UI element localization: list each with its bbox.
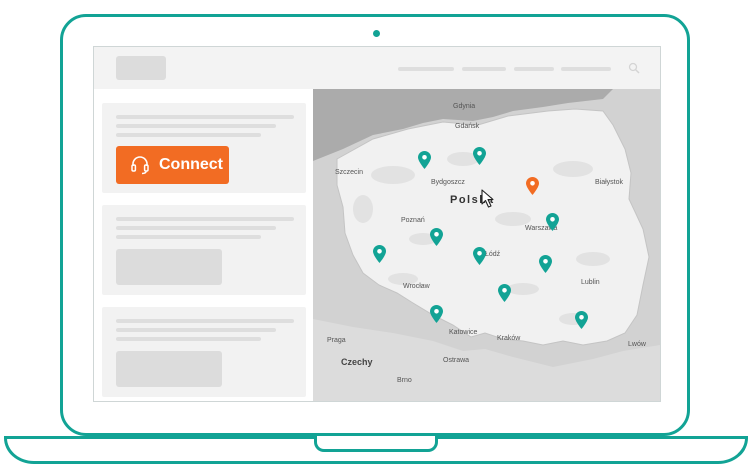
city-label: Lublin xyxy=(581,279,600,286)
placeholder-text xyxy=(116,115,294,119)
location-pin-icon[interactable] xyxy=(473,247,486,265)
nav-item[interactable] xyxy=(398,67,454,71)
nav-item[interactable] xyxy=(561,67,611,71)
nav-item[interactable] xyxy=(462,67,506,71)
location-pin-icon[interactable] xyxy=(575,311,588,329)
city-label: Katowice xyxy=(449,329,478,336)
camera-dot xyxy=(373,30,380,37)
city-label: Praga xyxy=(327,337,346,344)
location-pin-icon[interactable] xyxy=(473,147,486,165)
placeholder-text xyxy=(116,226,276,230)
city-label: Kraków xyxy=(497,335,521,342)
contact-card: Connect xyxy=(102,103,306,193)
placeholder-text xyxy=(116,133,261,137)
map-shapes xyxy=(313,89,660,401)
placeholder-text xyxy=(116,124,276,128)
placeholder-text xyxy=(116,337,261,341)
city-label: Szczecin xyxy=(335,169,364,176)
city-label: Gdynia xyxy=(453,103,476,110)
city-label: Wrocław xyxy=(403,283,430,290)
location-pin-icon[interactable] xyxy=(539,255,552,273)
content-card xyxy=(102,205,306,295)
city-label: Gdańsk xyxy=(455,123,480,130)
placeholder-text xyxy=(116,319,294,323)
location-pin-icon[interactable] xyxy=(546,213,559,231)
website-header xyxy=(94,47,660,90)
placeholder-text xyxy=(116,235,261,239)
logo-placeholder xyxy=(116,56,166,80)
headset-icon xyxy=(131,156,149,175)
location-pin-icon[interactable] xyxy=(373,245,386,263)
location-pin-icon[interactable] xyxy=(430,228,443,246)
city-label: Ostrawa xyxy=(443,357,470,364)
country-label: Czechy xyxy=(341,357,373,367)
nav-item[interactable] xyxy=(514,67,554,71)
placeholder-text xyxy=(116,217,294,221)
location-pin-icon[interactable] xyxy=(418,151,431,169)
connect-button-label: Connect xyxy=(159,156,223,173)
location-pin-icon[interactable] xyxy=(430,305,443,323)
sidebar: Connect xyxy=(94,89,313,401)
placeholder-text xyxy=(116,328,276,332)
mouse-cursor-icon xyxy=(481,189,494,208)
city-label: Lwów xyxy=(628,341,646,348)
laptop-screen: Connect Gdynia Gdańsk Szczecin Bydgoszcz… xyxy=(93,46,661,402)
connect-button[interactable]: Connect xyxy=(116,146,229,184)
city-label: Brno xyxy=(397,377,412,384)
city-label: Łódź xyxy=(485,251,501,258)
location-pin-icon[interactable] xyxy=(526,177,539,195)
location-pin-icon[interactable] xyxy=(498,284,511,302)
map-view[interactable]: Gdynia Gdańsk Szczecin Bydgoszcz Białyst… xyxy=(313,89,660,401)
laptop-notch xyxy=(314,436,438,452)
content-card xyxy=(102,307,306,397)
placeholder-block xyxy=(116,249,222,285)
placeholder-block xyxy=(116,351,222,387)
city-label: Białystok xyxy=(595,179,624,186)
city-label: Poznań xyxy=(401,217,425,224)
search-icon[interactable] xyxy=(628,62,640,74)
city-label: Bydgoszcz xyxy=(431,179,465,186)
